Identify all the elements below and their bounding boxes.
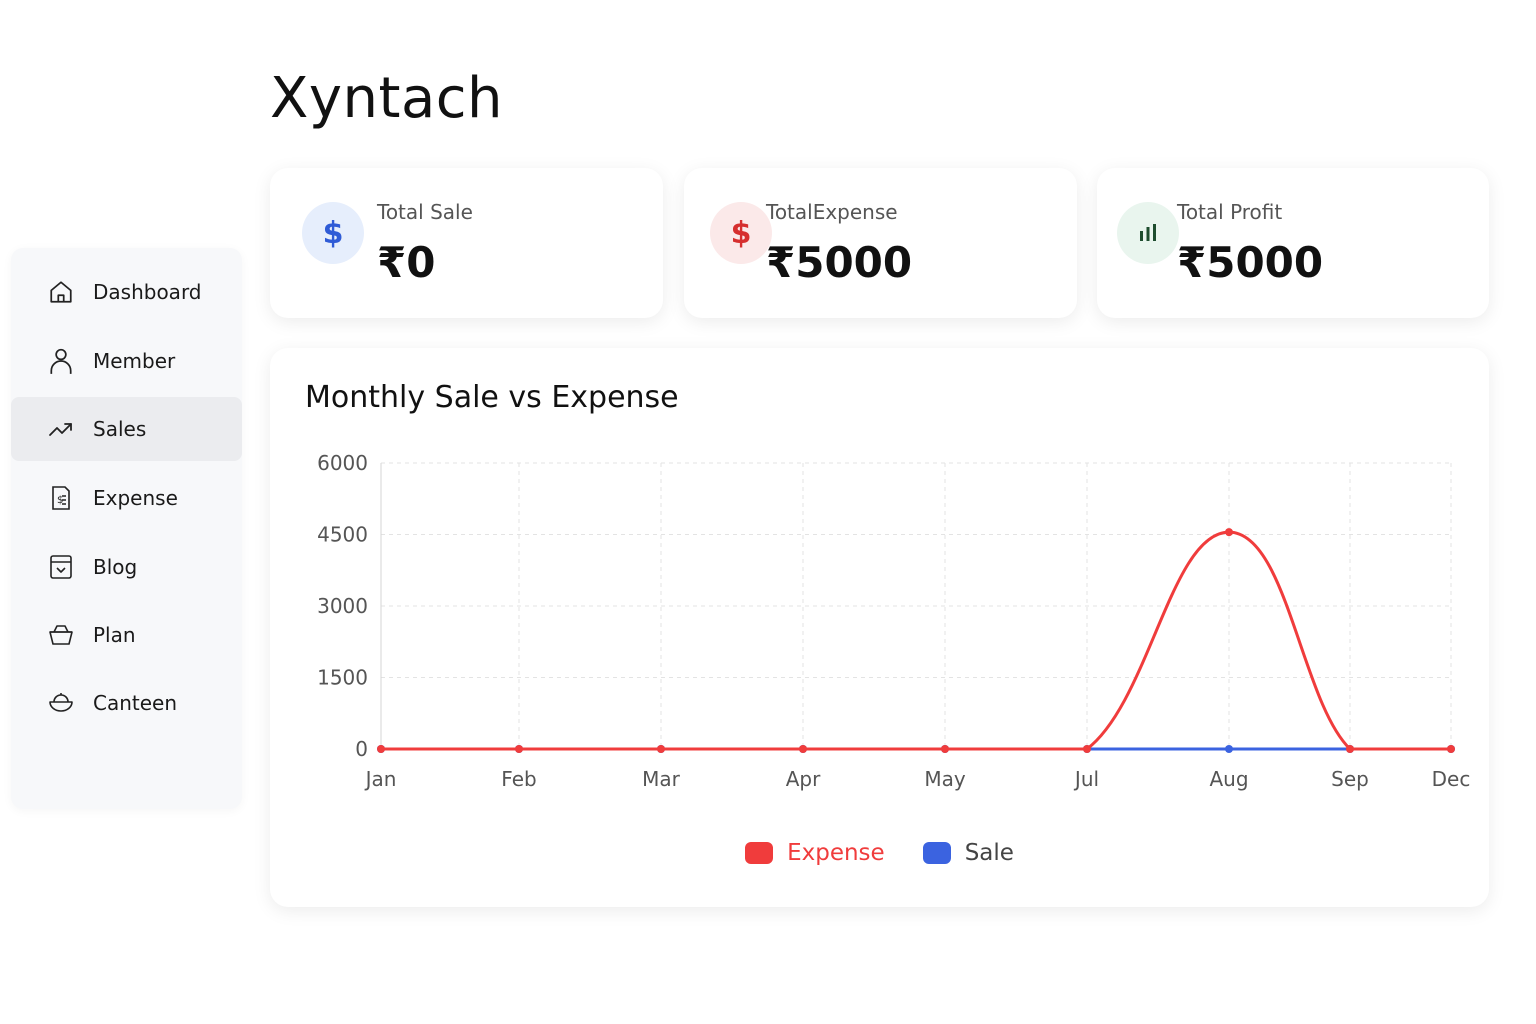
- total-profit-card: Total Profit ₹5000: [1097, 168, 1489, 318]
- card-label: Total Sale: [377, 200, 473, 224]
- x-tick-label: Jul: [1073, 767, 1099, 791]
- y-tick-label: 1500: [317, 666, 368, 690]
- legend-item-expense[interactable]: Expense: [745, 840, 885, 866]
- card-value: ₹0: [377, 238, 436, 287]
- card-value: ₹5000: [1177, 238, 1324, 287]
- x-tick-label: Jan: [364, 767, 397, 791]
- total-sale-card: $ Total Sale ₹0: [270, 168, 663, 318]
- data-point-sale: [1225, 745, 1233, 753]
- sidebar-item-label: Blog: [93, 555, 138, 579]
- x-tick-label: May: [924, 767, 966, 791]
- legend-swatch: [922, 842, 951, 864]
- data-point-expense: [1447, 745, 1455, 753]
- line-chart: 6000 4500 3000 1500 0 Jan Feb Mar Apr May Jul Aug Se…: [317, 451, 1471, 791]
- bar-chart-icon: [1117, 202, 1179, 264]
- sidebar-item-label: Member: [93, 349, 176, 373]
- dollar-icon: $: [710, 202, 772, 264]
- data-point-expense: [799, 745, 807, 753]
- archive-icon: [47, 553, 75, 581]
- receipt-icon: $: [47, 484, 75, 512]
- sidebar-item-label: Canteen: [93, 691, 178, 715]
- sidebar-item-label: Plan: [93, 623, 136, 647]
- x-tick-label: Sep: [1331, 767, 1369, 791]
- data-point-expense: [1083, 745, 1091, 753]
- sidebar-item-label: Expense: [93, 486, 178, 510]
- sidebar-item-sales[interactable]: Sales: [11, 397, 242, 461]
- sidebar-item-expense[interactable]: $ Expense: [11, 466, 242, 530]
- card-label: Total Profit: [1177, 200, 1283, 224]
- dollar-icon: $: [302, 202, 364, 264]
- x-tick-label: Aug: [1209, 767, 1248, 791]
- x-tick-label: Mar: [642, 767, 681, 791]
- y-tick-label: 0: [355, 737, 368, 761]
- y-tick-label: 4500: [317, 523, 368, 547]
- legend-swatch: [745, 842, 774, 864]
- sidebar-item-blog[interactable]: Blog: [11, 535, 242, 599]
- sidebar: Dashboard Member Sales $ Expense Blog Pl…: [11, 248, 242, 809]
- data-point-expense: [657, 745, 665, 753]
- sidebar-item-dashboard[interactable]: Dashboard: [11, 260, 242, 324]
- y-tick-label: 6000: [317, 451, 368, 475]
- basket-icon: [47, 621, 75, 649]
- home-icon: [47, 278, 75, 306]
- sidebar-item-canteen[interactable]: Canteen: [11, 671, 242, 735]
- bowl-icon: [47, 689, 75, 717]
- chart-legend: Expense Sale: [270, 840, 1489, 866]
- data-point-expense: [377, 745, 385, 753]
- series-line-expense: [381, 530, 1451, 751]
- sidebar-item-plan[interactable]: Plan: [11, 603, 242, 667]
- user-icon: [47, 347, 75, 375]
- trend-icon: [47, 415, 75, 443]
- card-label: TotalExpense: [766, 200, 898, 224]
- legend-label: Expense: [787, 840, 885, 866]
- x-tick-label: Feb: [501, 767, 536, 791]
- y-tick-label: 3000: [317, 594, 368, 618]
- sidebar-item-member[interactable]: Member: [11, 329, 242, 393]
- data-point-expense: [941, 745, 949, 753]
- chart-card: Monthly Sale vs Expense 6000 4500 3000 1500…: [270, 348, 1489, 907]
- x-tick-label: Dec: [1432, 767, 1471, 791]
- app-title: Xyntach: [270, 66, 504, 131]
- card-value: ₹5000: [766, 238, 913, 287]
- total-expense-card: $ TotalExpense ₹5000: [684, 168, 1077, 318]
- sidebar-item-label: Dashboard: [93, 280, 202, 304]
- data-point-expense: [1225, 528, 1233, 537]
- legend-label: Sale: [964, 840, 1014, 866]
- legend-item-sale[interactable]: Sale: [922, 840, 1014, 866]
- sidebar-item-label: Sales: [93, 417, 147, 441]
- data-point-expense: [1346, 745, 1354, 753]
- data-point-expense: [515, 745, 523, 753]
- x-tick-label: Apr: [786, 767, 821, 791]
